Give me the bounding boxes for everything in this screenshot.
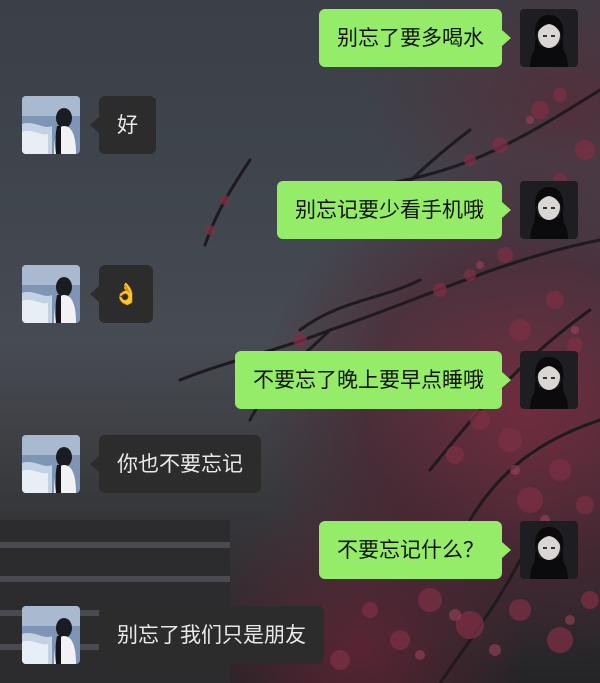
message-text: 不要忘了晚上要早点睡哦 <box>253 367 484 392</box>
my-message-bubble[interactable]: 不要忘了晚上要早点睡哦 <box>235 351 511 409</box>
message-text: 好 <box>117 112 138 137</box>
contact-message-bubble[interactable]: 别忘了我们只是朋友 <box>90 606 324 664</box>
message-text: 别忘了要多喝水 <box>337 25 484 50</box>
my-avatar[interactable] <box>520 521 578 579</box>
my-message-bubble[interactable]: 别忘记要少看手机哦 <box>277 181 511 239</box>
contact-avatar[interactable] <box>22 96 80 154</box>
contact-message-bubble[interactable]: 好 <box>90 96 156 154</box>
chat-screen: 别忘了要多喝水 好 别忘记要少看手机哦 👌 不要忘了晚上要早点睡哦 你也不要忘记… <box>0 0 600 683</box>
message-text: 别忘了我们只是朋友 <box>117 622 306 647</box>
contact-message-bubble[interactable]: 👌 <box>89 265 154 323</box>
message-text: 别忘记要少看手机哦 <box>295 197 484 222</box>
ok-hand-emoji: 👌 <box>113 281 140 306</box>
contact-avatar[interactable] <box>22 265 80 323</box>
contact-avatar[interactable] <box>22 435 80 493</box>
my-message-bubble[interactable]: 不要忘记什么？ <box>319 521 511 579</box>
my-avatar[interactable] <box>520 9 578 67</box>
my-avatar[interactable] <box>520 181 578 239</box>
message-text: 你也不要忘记 <box>117 451 243 476</box>
contact-message-bubble[interactable]: 你也不要忘记 <box>90 435 261 493</box>
my-message-bubble[interactable]: 别忘了要多喝水 <box>319 9 511 67</box>
contact-avatar[interactable] <box>22 606 80 664</box>
message-text: 不要忘记什么？ <box>337 537 484 562</box>
my-avatar[interactable] <box>520 351 578 409</box>
